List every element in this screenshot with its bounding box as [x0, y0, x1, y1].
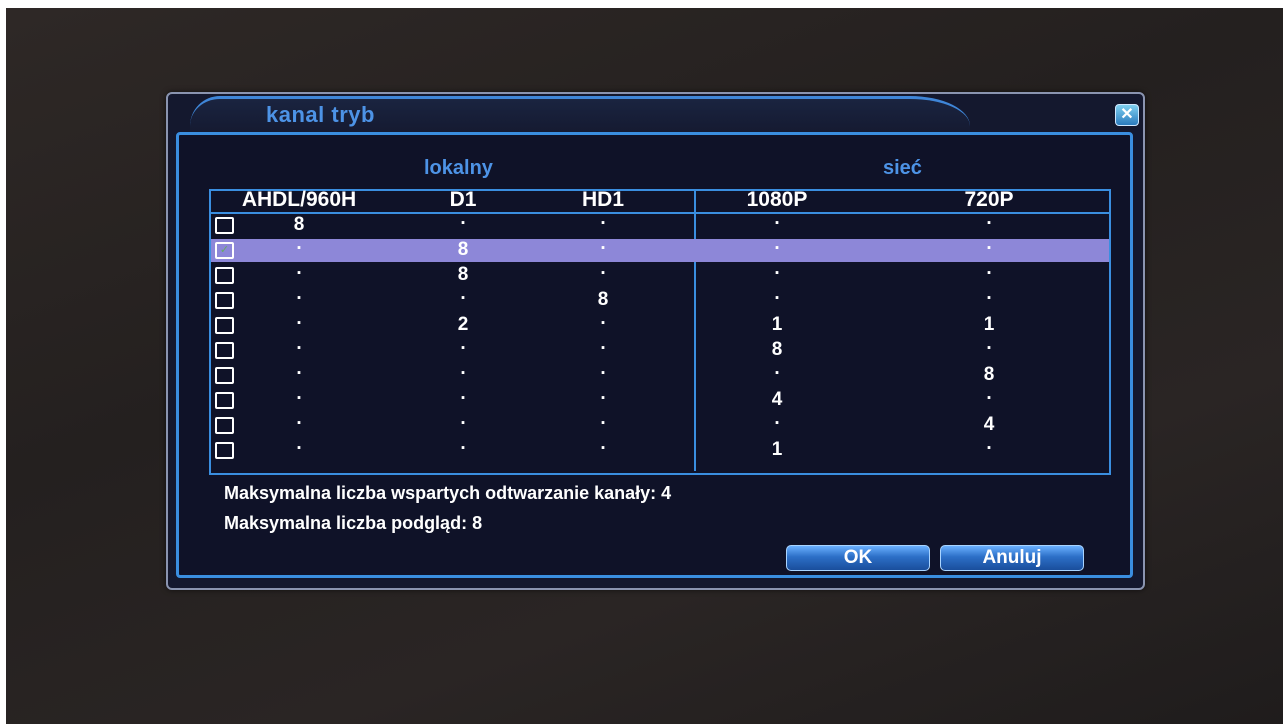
channel-mode-dialog: kanal tryb ✕ lokalny sieć AHDL/960H D1 HD1… [166, 92, 1145, 590]
table-cell: . [460, 383, 466, 404]
table-cell: 1 [771, 439, 783, 460]
channel-checkbox[interactable] [215, 292, 234, 309]
table-row[interactable]: ...8. [211, 333, 1109, 362]
table-cell: . [296, 433, 302, 454]
table-cell: . [600, 433, 606, 454]
table-cell: . [296, 283, 302, 304]
channel-checkbox[interactable] [215, 442, 234, 459]
table-row[interactable]: ..8.. [211, 283, 1109, 312]
group-label-network: sieć [883, 157, 922, 179]
channel-table: AHDL/960H D1 HD1 1080P 720P 8.... ✓. 8.... 8...… [209, 188, 1111, 475]
channel-checkbox[interactable] [215, 417, 234, 434]
table-cell: . [296, 333, 302, 354]
table-cell: . [600, 208, 606, 229]
max-preview-text: Maksymalna liczba podgląd: 8 [224, 513, 483, 533]
table-cell: . [460, 433, 466, 454]
dialog-body: lokalny sieć AHDL/960H D1 HD1 1080P 720P 8..… [176, 132, 1133, 578]
channel-checkbox[interactable] [215, 217, 234, 234]
table-cell: . [774, 358, 780, 379]
table-cell: . [460, 408, 466, 429]
table-cell: . [986, 433, 992, 454]
table-cell: . [600, 258, 606, 279]
channel-checkbox[interactable] [215, 267, 234, 284]
channel-checkbox[interactable] [215, 317, 234, 334]
table-cell: . [460, 358, 466, 379]
table-cell: . [296, 308, 302, 329]
table-cell: . [460, 283, 466, 304]
table-cell: . [296, 233, 302, 254]
table-cell: . [600, 308, 606, 329]
max-playback-text: Maksymalna liczba wspartych odtwarzanie … [224, 483, 672, 503]
table-row[interactable]: ... 1. [211, 433, 1109, 462]
table-cell: . [600, 358, 606, 379]
table-cell: 1 [771, 314, 783, 335]
table-cell: . [986, 208, 992, 229]
table-cell: . [986, 383, 992, 404]
table-cell: . [296, 258, 302, 279]
table-cell: . [986, 283, 992, 304]
table-cell: . [774, 208, 780, 229]
column-header: AHDL/960H [241, 188, 357, 211]
close-icon[interactable]: ✕ [1115, 104, 1139, 126]
table-cell: . [986, 258, 992, 279]
table-cell: . [600, 408, 606, 429]
dialog-title: kanal tryb [266, 102, 375, 127]
table-cell: . [600, 383, 606, 404]
group-label-local: lokalny [424, 157, 493, 179]
channel-checkbox[interactable]: ✓ [215, 242, 234, 259]
cancel-button[interactable]: Anuluj [940, 545, 1084, 571]
table-cell: . [460, 208, 466, 229]
table-cell: . [296, 358, 302, 379]
table-cell: . [986, 333, 992, 354]
table-cell: . [600, 233, 606, 254]
table-cell: . [460, 333, 466, 354]
channel-checkbox[interactable] [215, 342, 234, 359]
table-cell: 8 [457, 239, 469, 260]
table-cell: . [600, 333, 606, 354]
table-cell: . [296, 408, 302, 429]
table-cell: . [296, 383, 302, 404]
table-cell: . [774, 233, 780, 254]
table-cell: . [774, 258, 780, 279]
ok-button[interactable]: OK [786, 545, 930, 571]
table-cell: . [774, 408, 780, 429]
table-cell: . [774, 283, 780, 304]
channel-checkbox[interactable] [215, 367, 234, 384]
channel-checkbox[interactable] [215, 392, 234, 409]
monitor-screen: kanal tryb ✕ lokalny sieć AHDL/960H D1 HD1… [6, 8, 1283, 724]
table-cell: . [986, 233, 992, 254]
table-row[interactable]: ...4. [211, 383, 1109, 412]
